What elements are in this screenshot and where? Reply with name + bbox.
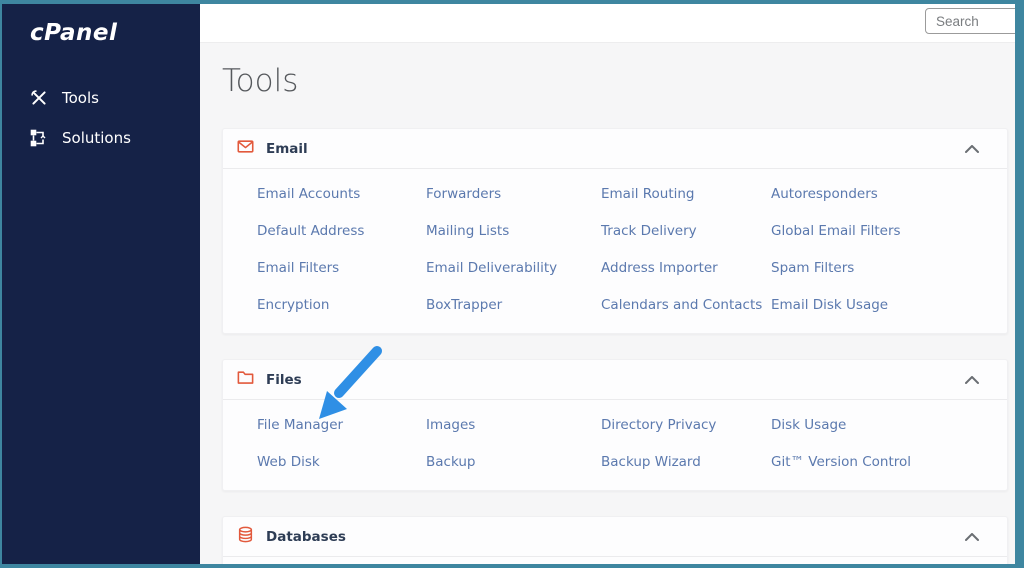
sidebar-item-tools[interactable]: Tools [2,78,200,118]
link-git-version-control[interactable]: Git™ Version Control [771,443,1007,480]
content: Tools Email [200,43,1015,564]
section-email-header: Email [223,129,1007,169]
sidebar: cPanel Tools [2,4,200,564]
link-email-routing[interactable]: Email Routing [601,175,771,212]
section-files: Files File Manager Images Directory Priv… [222,359,1008,491]
link-track-delivery[interactable]: Track Delivery [601,212,771,249]
section-databases: Databases [222,516,1008,564]
solutions-icon [30,129,48,147]
link-calendars-and-contacts[interactable]: Calendars and Contacts [601,286,771,323]
section-files-header: Files [223,360,1007,400]
section-email: Email Email Accounts Forwarders Email Ro… [222,128,1008,334]
app-window: cPanel Tools [0,0,1024,568]
cpanel-logo: cPanel [2,14,200,46]
link-email-accounts[interactable]: Email Accounts [257,175,426,212]
section-title: Databases [266,529,346,545]
link-backup-wizard[interactable]: Backup Wizard [601,443,771,480]
link-disk-usage[interactable]: Disk Usage [771,406,1007,443]
database-icon [237,526,254,547]
section-title: Files [266,372,302,388]
link-email-disk-usage[interactable]: Email Disk Usage [771,286,1007,323]
link-address-importer[interactable]: Address Importer [601,249,771,286]
email-links: Email Accounts Forwarders Email Routing … [223,169,1007,333]
link-autoresponders[interactable]: Autoresponders [771,175,1007,212]
link-file-manager[interactable]: File Manager [257,406,426,443]
link-global-email-filters[interactable]: Global Email Filters [771,212,1007,249]
link-directory-privacy[interactable]: Directory Privacy [601,406,771,443]
collapse-databases-button[interactable] [961,525,983,548]
collapse-email-button[interactable] [961,137,983,160]
link-forwarders[interactable]: Forwarders [426,175,601,212]
section-databases-header: Databases [223,517,1007,557]
topbar [200,4,1015,43]
chevron-up-icon [965,529,979,544]
link-spam-filters[interactable]: Spam Filters [771,249,1007,286]
link-backup[interactable]: Backup [426,443,601,480]
link-mailing-lists[interactable]: Mailing Lists [426,212,601,249]
envelope-icon [237,138,254,159]
collapse-files-button[interactable] [961,368,983,391]
chevron-up-icon [965,372,979,387]
page-title: Tools [222,61,1008,101]
sidebar-nav: Tools Solutions [2,78,200,158]
search-input[interactable] [925,8,1015,34]
chevron-up-icon [965,141,979,156]
link-encryption[interactable]: Encryption [257,286,426,323]
link-email-filters[interactable]: Email Filters [257,249,426,286]
link-email-deliverability[interactable]: Email Deliverability [426,249,601,286]
main-area: Tools Email [200,4,1015,564]
link-web-disk[interactable]: Web Disk [257,443,426,480]
sidebar-item-label: Solutions [62,129,131,147]
sidebar-item-label: Tools [62,89,99,107]
link-images[interactable]: Images [426,406,601,443]
tools-icon [30,89,48,107]
files-links: File Manager Images Directory Privacy Di… [223,400,1007,490]
link-boxtrapper[interactable]: BoxTrapper [426,286,601,323]
section-title: Email [266,141,308,157]
sidebar-item-solutions[interactable]: Solutions [2,118,200,158]
folder-icon [237,369,254,390]
link-default-address[interactable]: Default Address [257,212,426,249]
databases-links-clipped [223,557,1007,564]
